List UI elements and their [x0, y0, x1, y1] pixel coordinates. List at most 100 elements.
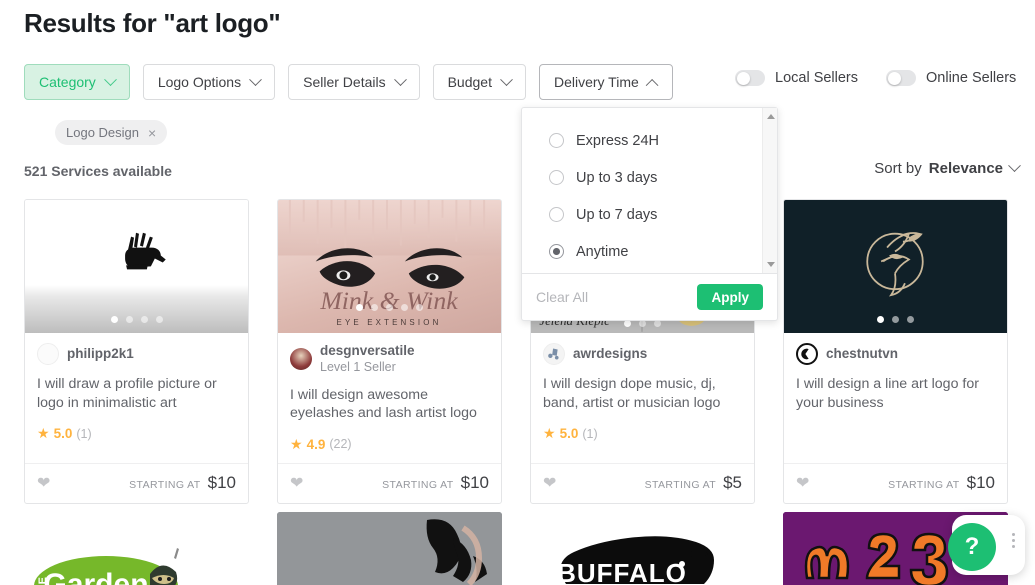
price-label: STARTING AT: [644, 479, 717, 491]
question-mark-icon[interactable]: ?: [948, 523, 996, 571]
service-card-partial[interactable]: [277, 512, 502, 585]
carousel-dots[interactable]: [278, 304, 501, 311]
filter-label: Logo Options: [157, 74, 242, 90]
applied-filter-chip[interactable]: Logo Design ×: [55, 120, 168, 145]
review-count: (1): [76, 426, 92, 441]
close-icon[interactable]: ×: [148, 126, 156, 140]
filter-button-category[interactable]: Category: [24, 64, 130, 100]
carousel-dot[interactable]: [639, 320, 646, 327]
radio-icon[interactable]: [549, 133, 564, 148]
delivery-option-express-24h[interactable]: Express 24H: [522, 122, 777, 159]
sort-by-control[interactable]: Sort by Relevance: [874, 159, 1021, 177]
card-footer: ❤ STARTING AT $10: [25, 462, 248, 503]
filter-button-logo-options[interactable]: Logo Options: [142, 64, 276, 100]
price-value: $10: [207, 473, 236, 492]
filter-button-delivery-time[interactable]: Delivery Time: [538, 64, 673, 100]
service-card[interactable]: Mink & Wink EYE EXTENSION desgnversatile: [277, 199, 502, 504]
carousel-dot[interactable]: [624, 320, 631, 327]
carousel-dot[interactable]: [892, 316, 899, 323]
carousel-dot[interactable]: [654, 320, 661, 327]
star-icon: ★: [543, 425, 556, 441]
carousel-dot[interactable]: [386, 304, 393, 311]
card-body: philipp2k1 I will draw a profile picture…: [25, 333, 248, 453]
filter-label: Seller Details: [303, 74, 386, 90]
apply-button[interactable]: Apply: [697, 284, 763, 310]
radio-icon[interactable]: [549, 207, 564, 222]
carousel-dot[interactable]: [416, 304, 423, 311]
heart-icon[interactable]: ❤: [290, 473, 303, 493]
service-card-partial[interactable]: BUFFALO: [530, 512, 755, 585]
carousel-dot[interactable]: [877, 316, 884, 323]
rating: ★ 5.0 (1): [37, 425, 236, 442]
toggle-switch[interactable]: [886, 70, 917, 86]
heart-icon[interactable]: ❤: [543, 473, 556, 493]
service-title[interactable]: I will design dope music, dj, band, arti…: [543, 375, 742, 413]
results-grid: philipp2k1 I will draw a profile picture…: [24, 199, 1008, 504]
card-body: awrdesigns I will design dope music, dj,…: [531, 333, 754, 453]
radio-icon[interactable]: [549, 170, 564, 185]
seller-info[interactable]: philipp2k1: [37, 343, 236, 365]
scroll-up-arrow-icon[interactable]: [767, 114, 775, 119]
option-label: Anytime: [576, 243, 629, 260]
avatar: [290, 348, 312, 371]
card-image[interactable]: [25, 200, 248, 333]
service-card[interactable]: philipp2k1 I will draw a profile picture…: [24, 199, 249, 504]
page-title: Results for "art logo": [24, 8, 281, 38]
seller-info[interactable]: awrdesigns: [543, 343, 742, 365]
seller-name: desgnversatile: [320, 343, 415, 358]
dropdown-scrollbar[interactable]: [762, 108, 777, 273]
filter-label: Budget: [447, 74, 492, 90]
card-footer: ❤ STARTING AT $10: [784, 462, 1007, 503]
toggle-switch[interactable]: [735, 70, 765, 86]
service-title[interactable]: I will design a line art logo for your b…: [796, 375, 995, 413]
help-widget[interactable]: ?: [948, 515, 1025, 575]
delivery-option-up-to-7-days[interactable]: Up to 7 days: [522, 196, 777, 233]
chevron-up-icon: [645, 78, 659, 92]
chevron-down-icon: [103, 72, 117, 86]
card-image[interactable]: Mink & Wink EYE EXTENSION: [278, 200, 501, 333]
clear-all-button[interactable]: Clear All: [536, 289, 588, 305]
buffalo-logo-artwork: BUFFALO: [557, 536, 714, 585]
service-title[interactable]: I will design awesome eyelashes and lash…: [290, 386, 489, 424]
carousel-dot[interactable]: [371, 304, 378, 311]
carousel-dot[interactable]: [907, 316, 914, 323]
svg-text:BUFFALO: BUFFALO: [557, 558, 687, 585]
service-card[interactable]: chestnutvn I will design a line art logo…: [783, 199, 1008, 504]
carousel-dot[interactable]: [125, 316, 133, 323]
delivery-option-anytime[interactable]: Anytime: [522, 233, 777, 270]
kebab-menu-icon[interactable]: [1012, 533, 1015, 548]
results-grid-next-row: Garden THE: [24, 512, 1008, 585]
delivery-option-up-to-3-days[interactable]: Up to 3 days: [522, 159, 777, 196]
delivery-time-dropdown: Express 24H Up to 3 days Up to 7 days An…: [521, 107, 778, 321]
card-image[interactable]: [784, 200, 1007, 333]
review-count: (1): [582, 426, 598, 441]
toggle-online-sellers[interactable]: Online Sellers: [886, 70, 1016, 86]
service-title[interactable]: I will draw a profile picture or logo in…: [37, 375, 236, 413]
carousel-dot[interactable]: [140, 316, 148, 323]
seller-name: philipp2k1: [67, 345, 134, 361]
carousel-dot[interactable]: [155, 316, 163, 323]
price-label: STARTING AT: [888, 479, 960, 491]
heart-icon[interactable]: ❤: [796, 473, 809, 493]
carousel-dots[interactable]: [784, 316, 1007, 323]
price-value: $10: [966, 473, 995, 492]
service-card-partial[interactable]: Garden THE: [24, 512, 249, 585]
filter-button-budget[interactable]: Budget: [432, 64, 526, 100]
star-icon: ★: [37, 425, 50, 441]
filter-button-seller-details[interactable]: Seller Details: [288, 64, 420, 100]
carousel-dot[interactable]: [401, 304, 408, 311]
seller-info[interactable]: desgnversatile Level 1 Seller: [290, 343, 489, 376]
carousel-dot[interactable]: [110, 316, 118, 323]
card-body: desgnversatile Level 1 Seller I will des…: [278, 333, 501, 453]
rating-value: 5.0: [559, 426, 579, 441]
carousel-dots[interactable]: [25, 316, 248, 323]
toggle-local-sellers[interactable]: Local Sellers: [735, 70, 858, 86]
carousel-dot[interactable]: [356, 304, 363, 311]
carousel-dots[interactable]: [531, 320, 754, 327]
applied-filters: Logo Design ×: [55, 120, 168, 145]
radio-icon-selected[interactable]: [549, 244, 564, 259]
seller-info[interactable]: chestnutvn: [796, 343, 995, 365]
seller-name: awrdesigns: [573, 345, 648, 361]
heart-icon[interactable]: ❤: [37, 473, 50, 493]
scroll-down-arrow-icon[interactable]: [767, 262, 775, 267]
